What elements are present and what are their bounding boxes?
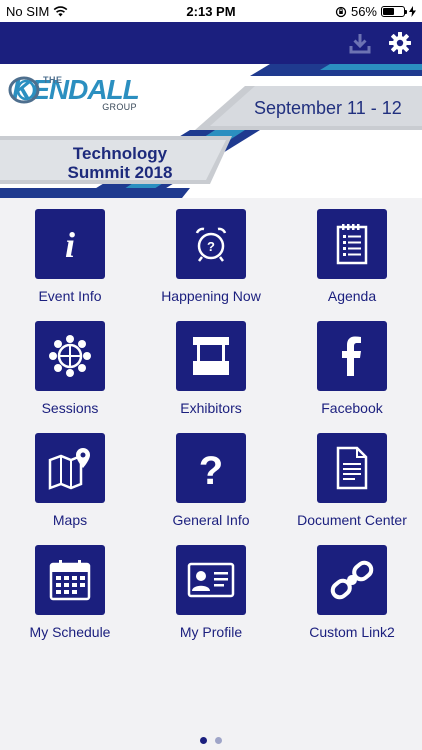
svg-text:?: ? (207, 239, 215, 254)
event-title-line2: Summit 2018 (67, 163, 173, 182)
info-icon: i (35, 209, 105, 279)
group-icon (35, 321, 105, 391)
event-title-line1: Technology (72, 144, 168, 163)
nav-bar (0, 22, 422, 64)
id-card-icon (176, 545, 246, 615)
alarm-clock-icon: ? (176, 209, 246, 279)
calendar-icon (35, 545, 105, 615)
tile-label: Exhibitors (180, 400, 242, 416)
tile-label: General Info (172, 512, 250, 528)
tile-label: Agenda (327, 288, 377, 304)
battery-icon (381, 6, 407, 17)
tile-exhibitors[interactable]: Exhibitors (141, 310, 281, 422)
tile-agenda[interactable]: Agenda (282, 198, 422, 310)
logo-group: GROUP (102, 102, 137, 112)
logo-the: THE (43, 75, 63, 85)
tile-my-schedule[interactable]: My Schedule (0, 534, 140, 646)
tile-general-info[interactable]: ? General Info (141, 422, 281, 534)
tile-facebook[interactable]: Facebook (282, 310, 422, 422)
tile-happening-now[interactable]: ? Happening Now (141, 198, 281, 310)
tile-my-profile[interactable]: My Profile (141, 534, 281, 646)
download-icon[interactable] (347, 30, 373, 56)
tile-label: Facebook (321, 400, 383, 416)
tile-label: Sessions (41, 400, 99, 416)
page-dot-active[interactable] (200, 737, 207, 744)
tile-document-center[interactable]: Document Center (282, 422, 422, 534)
event-title: Technology Summit 2018 (30, 144, 210, 182)
page-indicator[interactable] (0, 737, 422, 744)
event-banner: THE KENDALL GROUP September 11 - 12 Tech… (0, 64, 422, 198)
tile-label: Custom Link2 (309, 624, 395, 640)
tile-label: My Profile (179, 624, 243, 640)
kendall-logo: THE KENDALL GROUP (8, 75, 140, 112)
tile-event-info[interactable]: i Event Info (0, 198, 140, 310)
tile-label: Happening Now (161, 288, 261, 304)
battery-percentage: 56% (350, 4, 377, 19)
question-icon: ? (176, 433, 246, 503)
map-icon (35, 433, 105, 503)
charging-icon (409, 6, 416, 17)
tile-custom-link2[interactable]: Custom Link2 (282, 534, 422, 646)
tile-label: Document Center (297, 512, 407, 528)
event-date: September 11 - 12 (254, 98, 402, 118)
page-dot[interactable] (215, 737, 222, 744)
logo-mark-icon (8, 76, 40, 104)
tile-label: Event Info (38, 288, 102, 304)
notepad-icon (317, 209, 387, 279)
tile-label: Maps (52, 512, 88, 528)
document-icon (317, 433, 387, 503)
tile-sessions[interactable]: Sessions (0, 310, 140, 422)
gear-icon[interactable] (387, 30, 413, 56)
status-bar: No SIM 2:13 PM 56% (0, 0, 422, 22)
facebook-icon (317, 321, 387, 391)
status-right-group: 56% (335, 4, 416, 19)
tile-label: My Schedule (29, 624, 111, 640)
svg-text:i: i (65, 225, 75, 264)
tile-maps[interactable]: Maps (0, 422, 140, 534)
battery-fill (383, 8, 395, 15)
booth-icon (176, 321, 246, 391)
svg-text:?: ? (199, 449, 223, 490)
link-icon (317, 545, 387, 615)
orientation-lock-icon (335, 6, 347, 17)
